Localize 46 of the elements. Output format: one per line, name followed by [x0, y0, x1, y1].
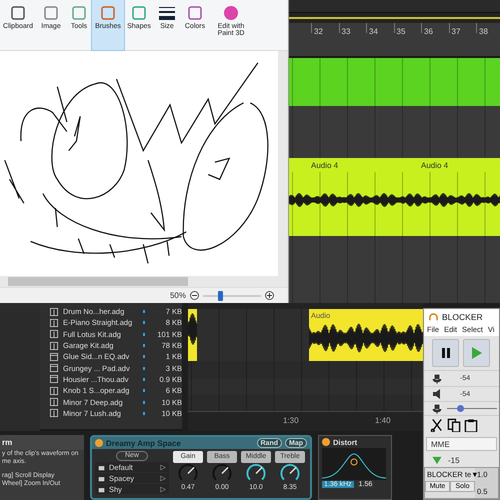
- microphone-icon: [432, 372, 442, 385]
- rack-title: Dreamy Amp Space: [106, 438, 182, 448]
- clip-name: Audio 4: [310, 160, 340, 172]
- clip-name: Audio 4: [420, 160, 450, 172]
- rack-file-icon: [49, 398, 59, 406]
- preset-file-icon: [49, 352, 59, 361]
- audio-host-dropdown[interactable]: MME: [426, 437, 497, 452]
- rack-file-icon: [49, 342, 59, 350]
- zoom-in-button[interactable]: [265, 291, 274, 300]
- zoom-out-button[interactable]: [190, 291, 199, 300]
- line-thickness-icon: [158, 4, 176, 22]
- pause-icon: [442, 348, 450, 358]
- bar-number: 35: [394, 23, 421, 33]
- rack-file-icon: [49, 318, 59, 327]
- bar-number: 32: [311, 23, 338, 33]
- paste-icon: [464, 418, 478, 432]
- filter-curve-drawing: [322, 448, 386, 480]
- rack-file-icon: [49, 330, 59, 338]
- plus-icon: [266, 292, 273, 300]
- rack-file-icon: [49, 308, 59, 316]
- preset-file-icon: [49, 375, 59, 384]
- preset-file-icon: [49, 364, 59, 372]
- power-icon[interactable]: [322, 438, 330, 446]
- window-title: BLOCKER: [442, 312, 483, 322]
- info-title: rm: [0, 435, 84, 450]
- horizontal-scrollbar[interactable]: [0, 276, 278, 288]
- zoom-level: 50%: [170, 291, 186, 300]
- bar-number: 36: [421, 23, 448, 33]
- pause-button[interactable]: [432, 339, 459, 368]
- bar-number: 34: [366, 23, 394, 33]
- speaker-icon: [432, 388, 442, 400]
- play-icon: [472, 347, 482, 360]
- bar-number: 38: [476, 23, 500, 33]
- time-label: 1:30: [283, 415, 300, 427]
- gain-value: -15: [448, 456, 460, 466]
- microphone-icon: [432, 402, 442, 415]
- bar-number: 37: [448, 23, 476, 33]
- scissors-icon: [430, 418, 444, 432]
- rack-file-icon: [49, 386, 59, 395]
- copy-icon: [447, 418, 461, 432]
- vertical-scrollbar[interactable]: [278, 51, 288, 288]
- triangle-icon: [432, 456, 442, 466]
- time-label: 1:40: [375, 415, 392, 427]
- bar-number: 33: [338, 23, 366, 33]
- headphones-icon: [429, 312, 438, 322]
- rack-file-icon: [49, 409, 59, 418]
